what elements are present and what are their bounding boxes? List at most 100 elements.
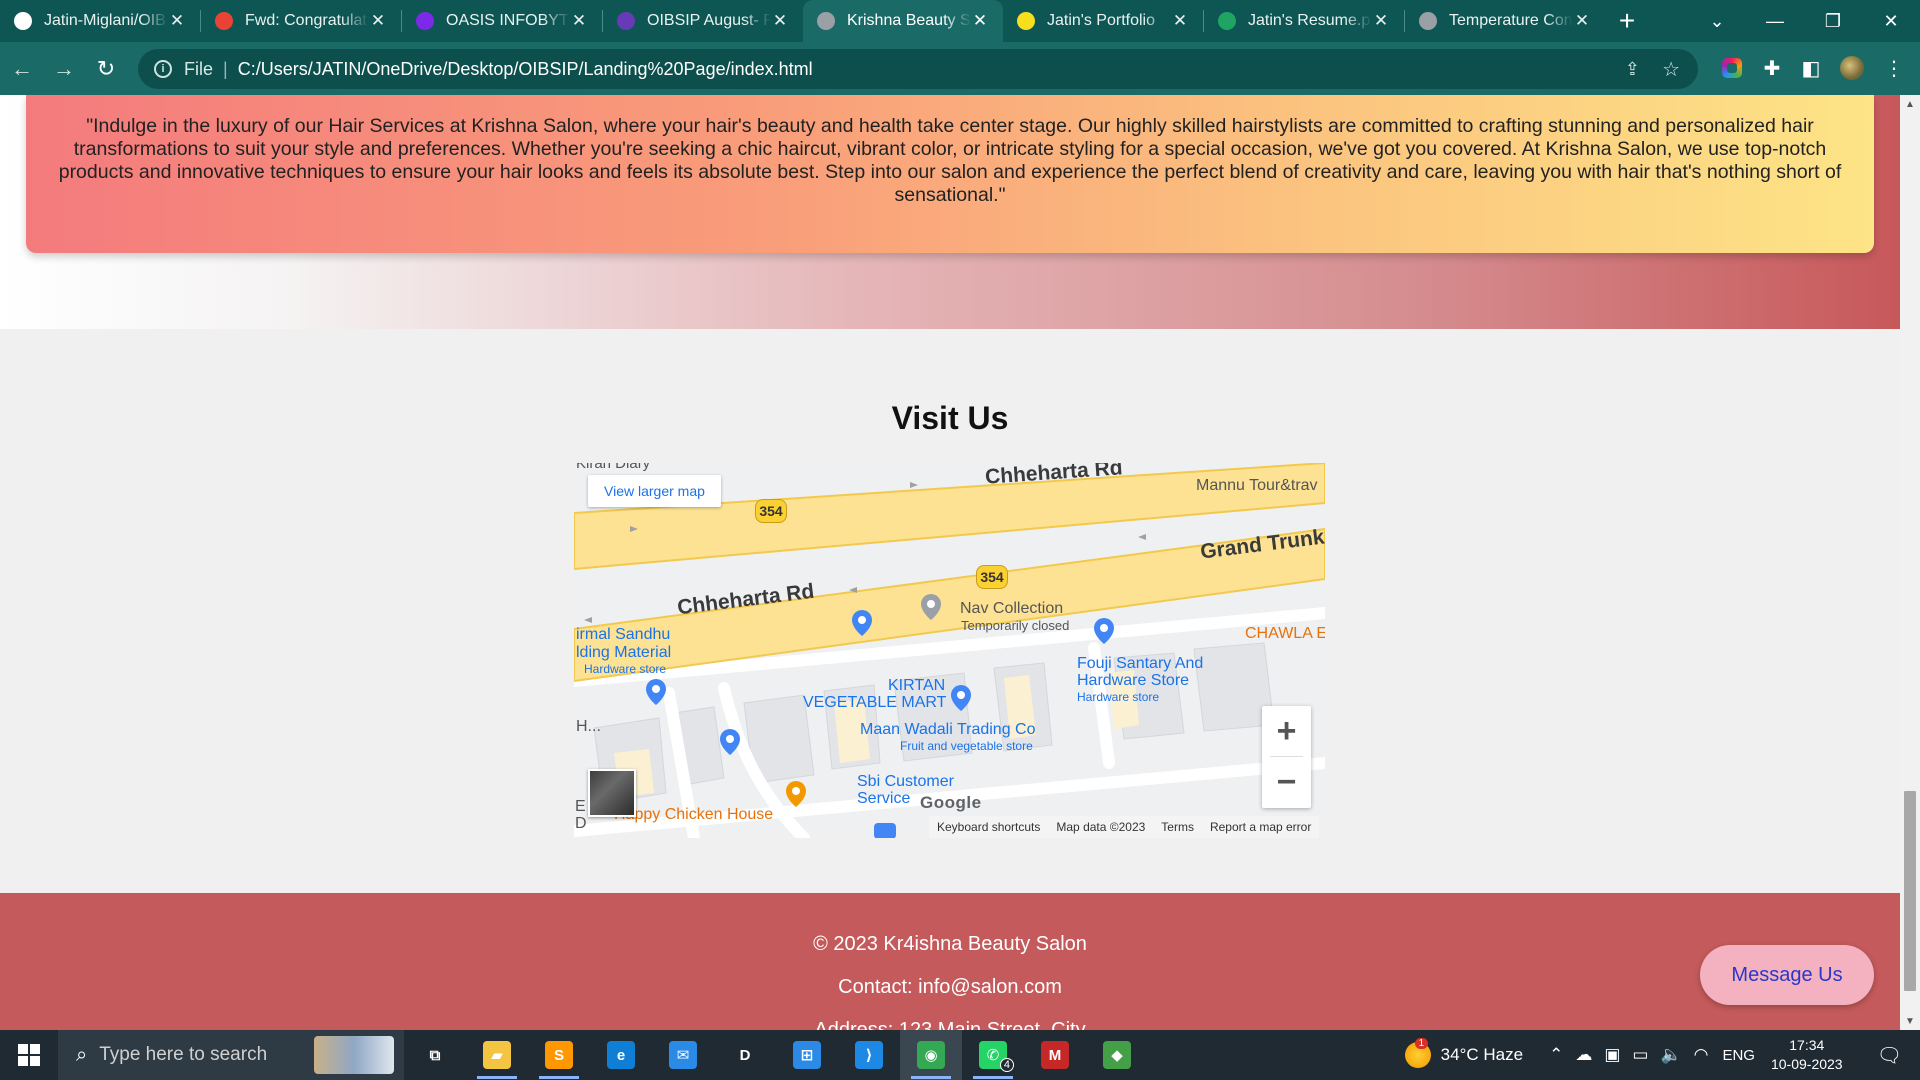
place-label[interactable]: KIRTAN bbox=[888, 677, 945, 694]
report-error-link[interactable]: Report a map error bbox=[1210, 820, 1311, 834]
meet-now-icon[interactable]: ▣ bbox=[1604, 1045, 1620, 1065]
url-text[interactable]: C:/Users/JATIN/OneDrive/Desktop/OIBSIP/L… bbox=[238, 59, 813, 80]
new-tab-button[interactable]: + bbox=[1605, 0, 1649, 42]
google-map-embed[interactable]: 354 354 Chheharta Rd Grand Trunk Chhehar… bbox=[574, 463, 1325, 838]
browser-tab[interactable]: Temperature Con ✕ bbox=[1405, 0, 1605, 42]
browser-tab[interactable]: Fwd: Congratulati ✕ bbox=[201, 0, 401, 42]
place-status: Temporarily closed bbox=[961, 618, 1070, 633]
place-label[interactable]: VEGETABLE MART bbox=[803, 694, 946, 711]
browser-toolbar: ← → ↻ i File | C:/Users/JATIN/OneDrive/D… bbox=[0, 42, 1920, 95]
place-label[interactable]: H... bbox=[576, 718, 601, 736]
scroll-down-arrow-icon[interactable]: ▼ bbox=[1900, 1012, 1920, 1030]
place-label[interactable]: Sbi Customer bbox=[857, 773, 954, 790]
taskbar-app[interactable]: ⟩ bbox=[838, 1030, 900, 1080]
browser-tab[interactable]: OASIS INFOBYTE ✕ bbox=[402, 0, 602, 42]
close-window-button[interactable]: ✕ bbox=[1862, 0, 1920, 42]
scroll-up-arrow-icon[interactable]: ▲ bbox=[1900, 95, 1920, 113]
taskbar-app[interactable]: ⧉ bbox=[404, 1030, 466, 1080]
zoom-out-button[interactable]: − bbox=[1262, 757, 1311, 808]
browser-tab[interactable]: OIBSIP August- F ✕ bbox=[603, 0, 803, 42]
onedrive-icon[interactable]: ☁ bbox=[1575, 1045, 1592, 1065]
taskbar-app[interactable]: ◆ bbox=[1086, 1030, 1148, 1080]
battery-icon[interactable]: ▭ bbox=[1632, 1045, 1648, 1065]
place-label[interactable]: irmal Sandhu bbox=[576, 626, 670, 643]
close-tab-icon[interactable]: ✕ bbox=[971, 11, 989, 31]
tab-search-icon[interactable]: ⌄ bbox=[1688, 0, 1746, 42]
place-label[interactable]: Hardware Store bbox=[1077, 672, 1189, 689]
bookmark-star-icon[interactable]: ☆ bbox=[1662, 57, 1680, 82]
page-scrollbar[interactable]: ▲ ▼ bbox=[1900, 95, 1920, 1030]
side-panel-icon[interactable]: ◧ bbox=[1797, 54, 1825, 82]
taskbar-app[interactable]: ◉ bbox=[900, 1030, 962, 1080]
place-label[interactable]: Nav Collection bbox=[960, 600, 1063, 618]
close-tab-icon[interactable]: ✕ bbox=[1372, 11, 1390, 31]
close-tab-icon[interactable]: ✕ bbox=[168, 11, 186, 31]
browser-tab[interactable]: Jatin-Miglani/OIB ✕ bbox=[0, 0, 200, 42]
search-highlight-icon[interactable] bbox=[314, 1036, 394, 1074]
browser-tab[interactable]: Krishna Beauty Sa ✕ bbox=[803, 0, 1003, 42]
wifi-icon[interactable]: ◠ bbox=[1694, 1045, 1709, 1065]
site-footer: © 2023 Kr4ishna Beauty Salon Contact: in… bbox=[0, 893, 1900, 1030]
show-hidden-icons-icon[interactable]: ⌃ bbox=[1549, 1045, 1563, 1065]
search-placeholder: Type here to search bbox=[99, 1044, 268, 1065]
restore-button[interactable]: ❐ bbox=[1804, 0, 1862, 42]
scroll-thumb[interactable] bbox=[1904, 791, 1916, 991]
chrome-menu-icon[interactable]: ⋮ bbox=[1880, 54, 1908, 82]
weather-text[interactable]: 34°C Haze bbox=[1441, 1045, 1523, 1065]
satellite-view-toggle[interactable] bbox=[588, 769, 636, 817]
keyboard-shortcuts-link[interactable]: Keyboard shortcuts bbox=[937, 820, 1040, 834]
minimize-button[interactable]: — bbox=[1746, 0, 1804, 42]
taskbar-app[interactable]: S bbox=[528, 1030, 590, 1080]
weather-icon[interactable]: 1 bbox=[1404, 1038, 1431, 1068]
place-label[interactable]: CHAWLA E bbox=[1245, 625, 1325, 643]
language-indicator[interactable]: ENG bbox=[1722, 1047, 1755, 1064]
taskbar-search-box[interactable]: ⌕ Type here to search bbox=[58, 1030, 404, 1080]
place-label[interactable]: Maan Wadali Trading Co bbox=[860, 721, 1036, 738]
close-tab-icon[interactable]: ✕ bbox=[1573, 11, 1591, 31]
taskbar-app[interactable]: e bbox=[590, 1030, 652, 1080]
forward-button[interactable]: → bbox=[44, 49, 84, 89]
taskbar-app[interactable]: D bbox=[714, 1030, 776, 1080]
place-label[interactable]: Kiran Diary bbox=[576, 463, 650, 472]
reload-button[interactable]: ↻ bbox=[86, 49, 126, 89]
notifications-icon[interactable]: 🗨 bbox=[1877, 1043, 1902, 1068]
close-tab-icon[interactable]: ✕ bbox=[771, 11, 789, 31]
terms-link[interactable]: Terms bbox=[1161, 820, 1194, 834]
taskbar-app[interactable]: ⊞ bbox=[776, 1030, 838, 1080]
taskbar-app[interactable]: ✆ 4 bbox=[962, 1030, 1024, 1080]
drive-icon bbox=[1218, 12, 1236, 30]
place-label[interactable]: Service bbox=[857, 790, 910, 807]
forms-icon bbox=[617, 12, 635, 30]
taskbar-app[interactable]: ▰ bbox=[466, 1030, 528, 1080]
clock[interactable]: 17:34 10-09-2023 bbox=[1771, 1036, 1843, 1074]
browser-tab[interactable]: Jatin's Portfolio ✕ bbox=[1003, 0, 1203, 42]
calculator-icon: ⊞ bbox=[793, 1041, 821, 1069]
close-tab-icon[interactable]: ✕ bbox=[369, 11, 387, 31]
profile-avatar[interactable] bbox=[1838, 54, 1866, 82]
task-view-icon: ⧉ bbox=[421, 1041, 449, 1069]
site-info-icon[interactable]: i bbox=[154, 60, 172, 78]
gmail-icon bbox=[215, 12, 233, 30]
zoom-in-button[interactable]: + bbox=[1262, 706, 1311, 757]
close-tab-icon[interactable]: ✕ bbox=[1171, 11, 1189, 31]
taskbar-app[interactable]: M bbox=[1024, 1030, 1086, 1080]
place-label[interactable]: Fouji Santary And bbox=[1077, 655, 1203, 672]
address-bar[interactable]: i File | C:/Users/JATIN/OneDrive/Desktop… bbox=[138, 49, 1698, 89]
browser-tab[interactable]: Jatin's Resume.pd ✕ bbox=[1204, 0, 1404, 42]
place-label[interactable]: Mannu Tour&trav bbox=[1196, 477, 1318, 495]
taskbar-app[interactable]: ✉ bbox=[652, 1030, 714, 1080]
extension-colorful-icon[interactable] bbox=[1718, 54, 1746, 82]
place-label[interactable]: lding Material bbox=[576, 644, 671, 661]
tab-list: Jatin-Miglani/OIB ✕ Fwd: Congratulati ✕ OASI… bbox=[0, 0, 1605, 42]
windows-taskbar: ⌕ Type here to search ⧉ ▰ Se ✉ D ⊞ ⟩ ◉ ✆ 4 M ◆ 1 34… bbox=[0, 1030, 1920, 1080]
share-icon[interactable]: ⇪ bbox=[1625, 59, 1640, 80]
back-button[interactable]: ← bbox=[2, 49, 42, 89]
google-logo: Google bbox=[920, 793, 982, 812]
close-tab-icon[interactable]: ✕ bbox=[570, 11, 588, 31]
volume-icon[interactable]: 🔈 bbox=[1660, 1045, 1681, 1065]
place-label[interactable]: Happy Chicken House bbox=[614, 806, 773, 824]
message-us-button[interactable]: Message Us bbox=[1700, 945, 1874, 1005]
start-button[interactable] bbox=[0, 1030, 58, 1080]
extensions-puzzle-icon[interactable]: ✚ bbox=[1758, 54, 1786, 82]
view-larger-map-link[interactable]: View larger map bbox=[588, 475, 721, 507]
